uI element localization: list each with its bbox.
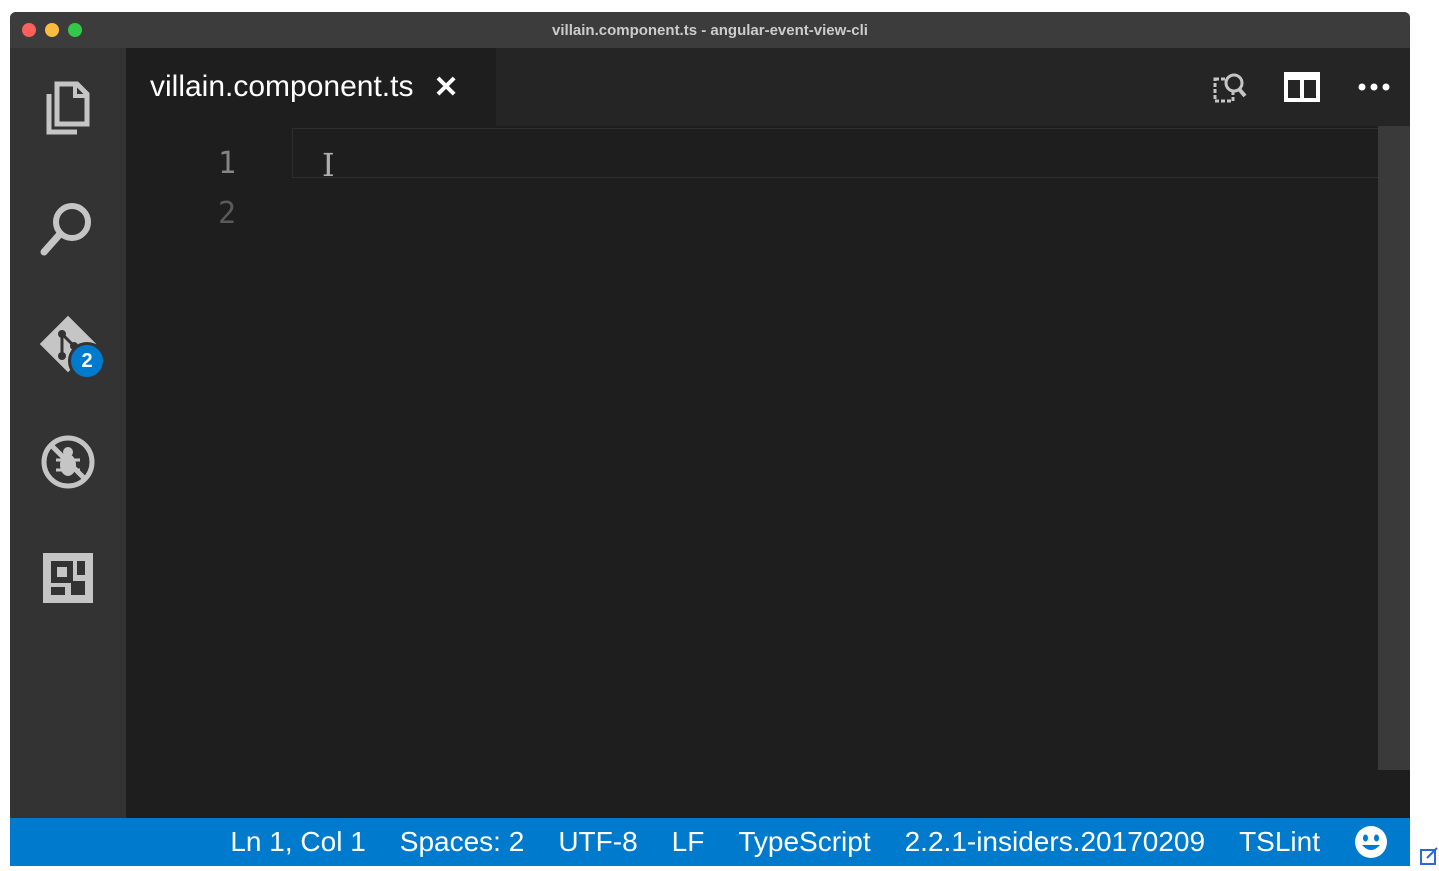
linter-status[interactable]: TSLint bbox=[1239, 826, 1320, 858]
title-bar: villain.component.ts - angular-event-vie… bbox=[10, 12, 1410, 48]
vscode-window: villain.component.ts - angular-event-vie… bbox=[10, 12, 1410, 866]
more-actions-icon bbox=[1358, 83, 1390, 91]
explorer-icon bbox=[46, 81, 90, 135]
line-number-1: 1 bbox=[217, 146, 236, 181]
typescript-version[interactable]: 2.2.1-insiders.20170209 bbox=[905, 826, 1205, 858]
open-preview-button[interactable] bbox=[1194, 48, 1266, 126]
extensions-icon bbox=[43, 553, 93, 603]
window-title: villain.component.ts - angular-event-vie… bbox=[552, 21, 868, 39]
smiley-icon bbox=[1355, 826, 1387, 858]
close-window-button[interactable] bbox=[22, 23, 36, 37]
close-tab-icon[interactable]: ✕ bbox=[433, 70, 458, 105]
editor-actions bbox=[1194, 48, 1410, 126]
search-button[interactable] bbox=[10, 188, 126, 268]
open-preview-icon bbox=[1213, 73, 1247, 103]
cursor-position[interactable]: Ln 1, Col 1 bbox=[230, 826, 365, 858]
more-actions-button[interactable] bbox=[1338, 48, 1410, 126]
tab-bar: villain.component.ts ✕ bbox=[126, 48, 1410, 126]
tab-label: villain.component.ts bbox=[150, 70, 414, 103]
activity-bar: 2 bbox=[10, 48, 126, 818]
split-editor-icon bbox=[1284, 72, 1320, 102]
minimize-window-button[interactable] bbox=[45, 23, 59, 37]
status-bar: Ln 1, Col 1 Spaces: 2 UTF-8 LF TypeScrip… bbox=[10, 818, 1410, 866]
source-control-badge: 2 bbox=[68, 342, 106, 380]
expand-icon[interactable] bbox=[1420, 846, 1439, 871]
current-line-highlight bbox=[292, 128, 1410, 178]
line-number-2: 2 bbox=[217, 196, 236, 231]
explorer-button[interactable] bbox=[10, 68, 126, 148]
end-of-line[interactable]: LF bbox=[672, 826, 705, 858]
file-encoding[interactable]: UTF-8 bbox=[558, 826, 637, 858]
editor-pane[interactable]: 1 2 I bbox=[126, 126, 1410, 818]
extensions-button[interactable] bbox=[10, 538, 126, 618]
search-icon bbox=[40, 203, 91, 256]
source-control-button[interactable]: 2 bbox=[10, 304, 126, 384]
zoom-window-button[interactable] bbox=[68, 23, 82, 37]
editor-scrollbar[interactable] bbox=[1378, 126, 1410, 770]
feedback-button[interactable] bbox=[1354, 825, 1388, 859]
indentation-setting[interactable]: Spaces: 2 bbox=[400, 826, 525, 858]
tab-villain-component[interactable]: villain.component.ts ✕ bbox=[126, 48, 496, 126]
language-mode[interactable]: TypeScript bbox=[738, 826, 870, 858]
debug-icon bbox=[41, 435, 95, 489]
window-controls bbox=[22, 23, 82, 37]
text-cursor-icon: I bbox=[322, 146, 335, 184]
debug-button[interactable] bbox=[10, 422, 126, 502]
split-editor-button[interactable] bbox=[1266, 48, 1338, 126]
